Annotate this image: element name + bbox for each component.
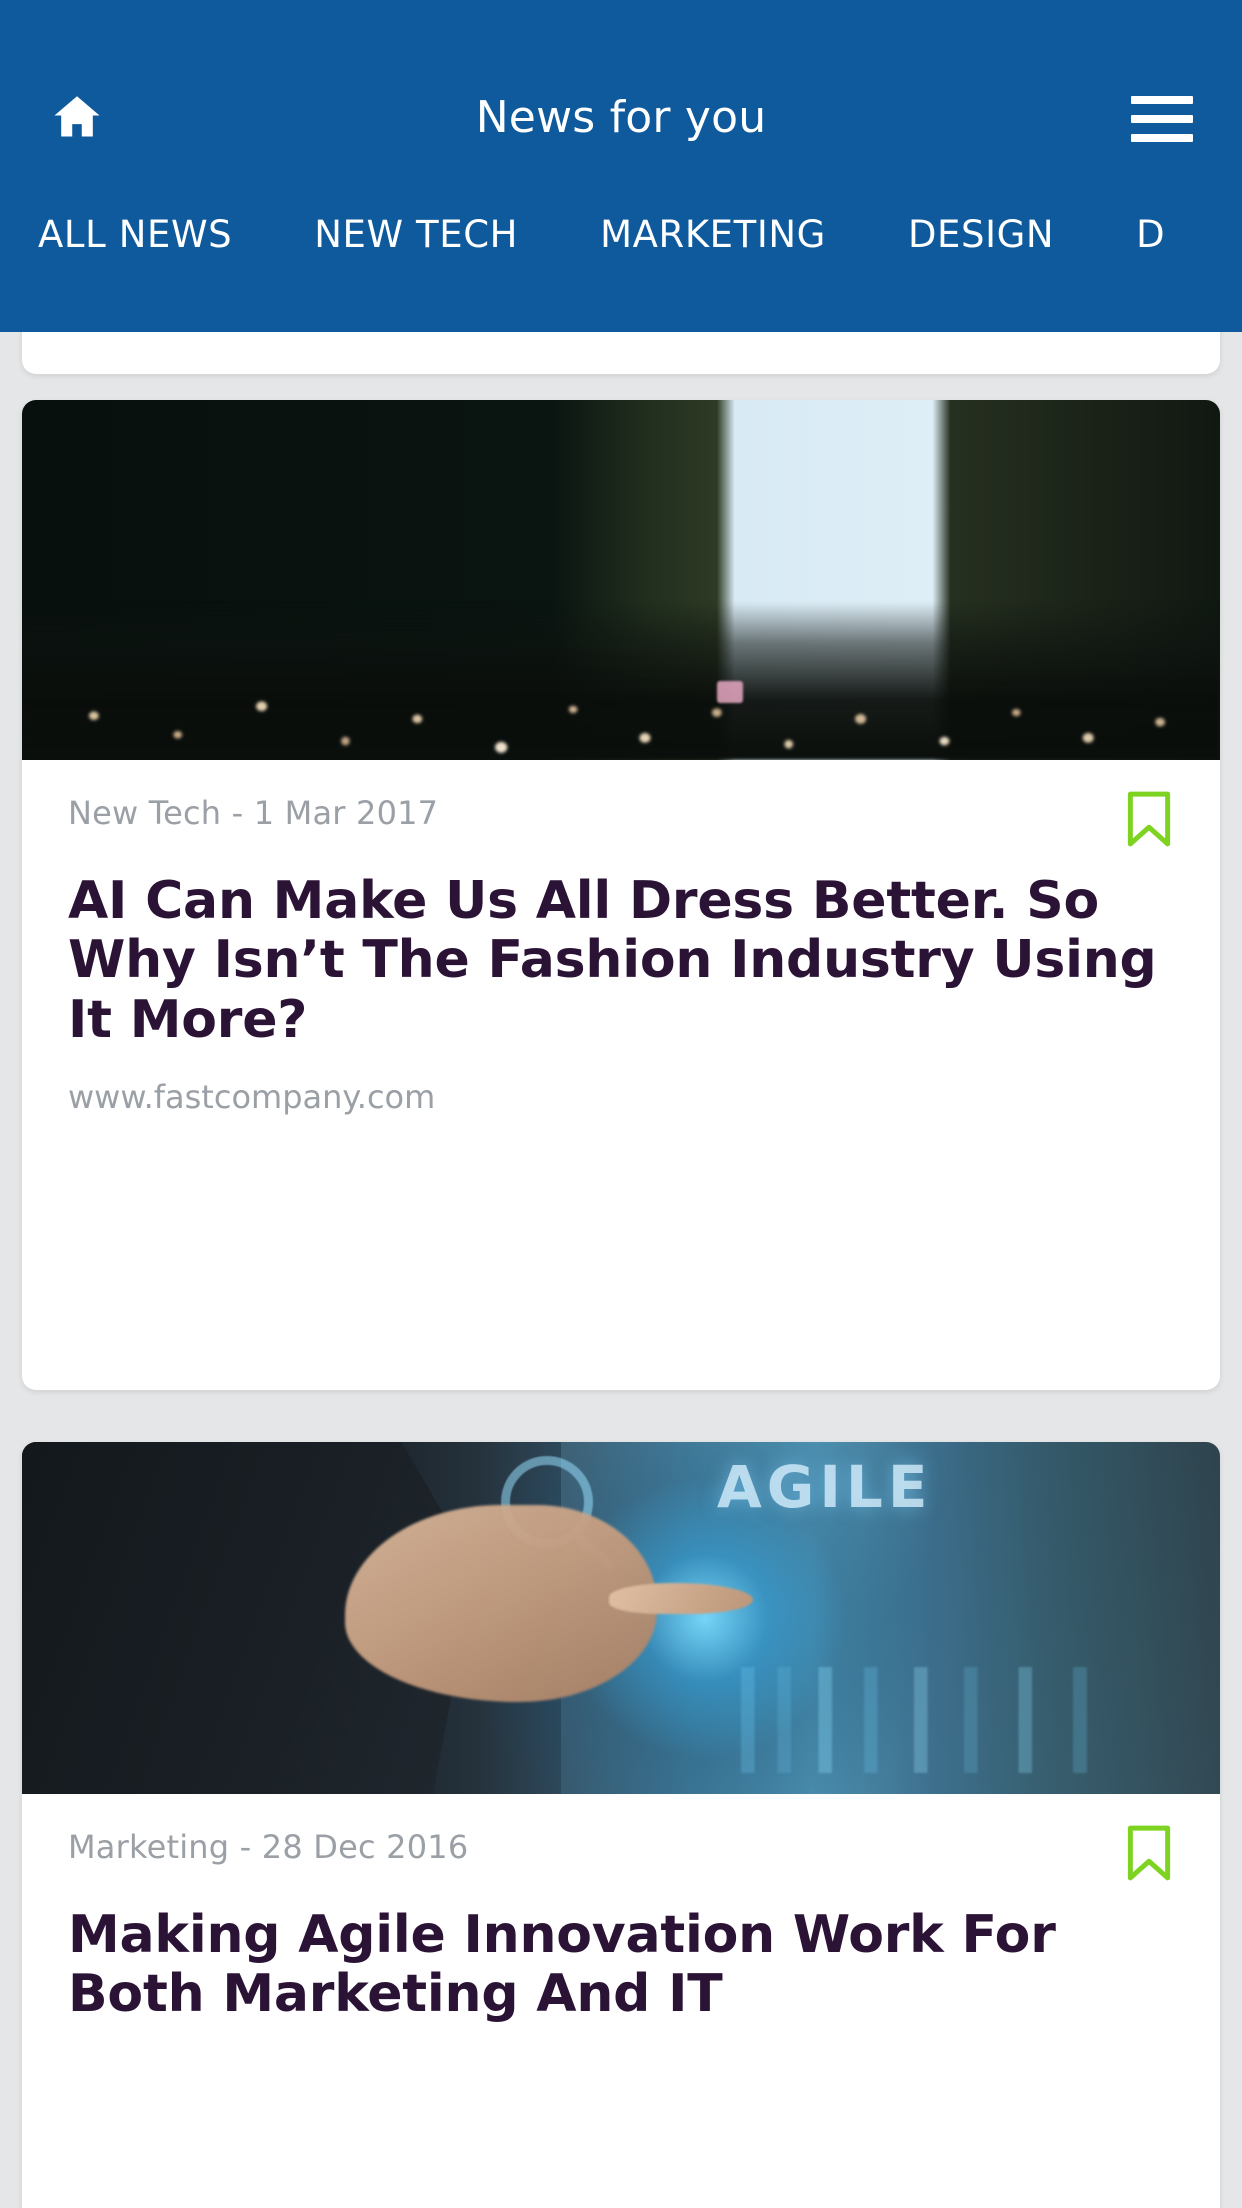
article-meta-row: New Tech - 1 Mar 2017 [68,790,1174,848]
article-headline[interactable]: AI Can Make Us All Dress Better. So Why … [68,871,1174,1050]
article-headline[interactable]: Making Agile Innovation Work For Both Ma… [68,1905,1174,2025]
hamburger-menu-icon-bar-2 [1131,115,1193,123]
article-card[interactable]: AGILE Marketing - 28 Dec 2016 Making Agi… [22,1442,1220,2208]
article-card[interactable]: New Tech - 1 Mar 2017 AI Can Make Us All… [22,400,1220,1390]
article-meta: New Tech - 1 Mar 2017 [68,794,439,832]
pink-highlight [716,680,743,703]
article-body: New Tech - 1 Mar 2017 AI Can Make Us All… [22,760,1220,1116]
article-meta: Marketing - 28 Dec 2016 [68,1828,469,1866]
tab-overflow[interactable]: D [1136,216,1165,253]
article-thumbnail: AGILE [22,1442,1220,1794]
article-body: Marketing - 28 Dec 2016 Making Agile Inn… [22,1794,1220,2025]
finger-tip [609,1582,753,1615]
hamburger-menu-button[interactable] [1124,88,1200,150]
bookmark-icon[interactable] [1124,790,1174,848]
page-title: News for you [475,92,767,143]
tab-design[interactable]: DESIGN [908,216,1054,253]
hamburger-menu-icon-bar-3 [1131,134,1193,142]
header-top-bar: News for you [0,0,1242,175]
agile-wordmark: AGILE [716,1452,933,1521]
data-bars [740,1667,1197,1773]
article-source: www.fastcompany.com [68,1077,436,1116]
tab-marketing[interactable]: MARKETING [600,216,826,253]
fashion-show-image [22,400,1220,760]
article-meta-row: Marketing - 28 Dec 2016 [68,1824,1174,1882]
hamburger-menu-icon [1131,96,1193,104]
category-tab-bar[interactable]: ALL NEWS NEW TECH MARKETING DESIGN D [0,216,1242,298]
app-root: News for you ALL NEWS NEW TECH MARKETING… [0,0,1242,2208]
app-header: News for you ALL NEWS NEW TECH MARKETING… [0,0,1242,332]
tab-all-news[interactable]: ALL NEWS [38,216,232,253]
tech-interface-image: AGILE [22,1442,1220,1794]
audience-crowd [22,601,1220,760]
tab-new-tech[interactable]: NEW TECH [314,216,518,253]
bookmark-icon[interactable] [1124,1824,1174,1882]
article-thumbnail [22,400,1220,760]
